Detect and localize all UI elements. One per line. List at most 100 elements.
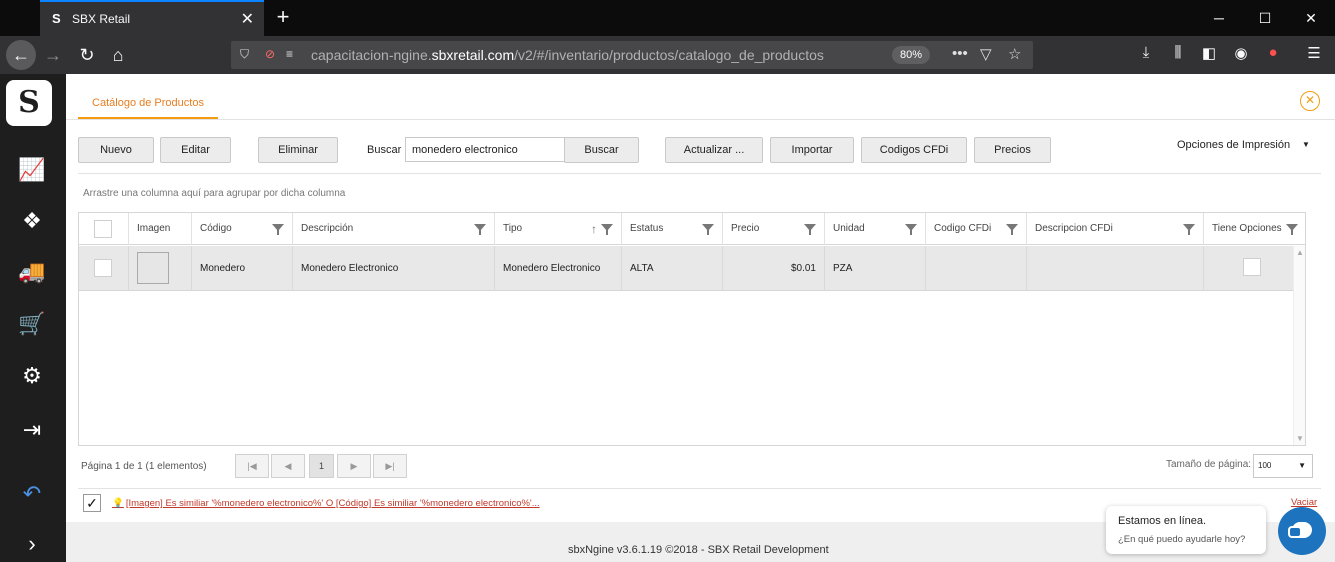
col-codigo[interactable]: Código — [192, 213, 293, 245]
search-label: Buscar : — [367, 144, 408, 156]
select-all-checkbox[interactable] — [94, 220, 112, 238]
cell-codigo: Monedero — [192, 246, 293, 291]
undo-icon[interactable]: ↶ — [12, 474, 52, 514]
new-tab-icon[interactable]: + — [270, 4, 296, 30]
vertical-scrollbar[interactable]: ▲ ▼ — [1293, 246, 1305, 445]
cell-estatus: ALTA — [622, 246, 723, 291]
eliminar-button[interactable]: Eliminar — [258, 137, 338, 163]
select-all-cell — [79, 213, 129, 245]
col-unidad[interactable]: Unidad — [825, 213, 926, 245]
col-estatus[interactable]: Estatus — [622, 213, 723, 245]
print-options-dropdown[interactable]: Opciones de Impresión — [1177, 139, 1290, 151]
page-size-select[interactable]: 100 ▼ — [1253, 454, 1313, 478]
row-image-cell — [129, 246, 192, 291]
chat-bubble[interactable]: Estamos en línea. ¿En qué puedo ayudarle… — [1106, 506, 1266, 554]
scroll-down-icon[interactable]: ▼ — [1296, 434, 1304, 443]
hamburger-menu-icon[interactable]: ☰ — [1304, 44, 1324, 62]
filter-icon[interactable] — [1286, 224, 1298, 235]
divider — [66, 119, 1335, 120]
insecure-lock-icon[interactable]: ⊘ — [265, 47, 275, 61]
analytics-chart-icon[interactable]: 📈 — [12, 150, 52, 190]
col-precio[interactable]: Precio — [723, 213, 825, 245]
row-checkbox[interactable] — [94, 259, 112, 277]
col-tiene-opciones[interactable]: Tiene Opciones — [1204, 213, 1305, 245]
url-bar[interactable]: ⛉ ⊘ ≡ capacitacion-ngine.sbxretail.com/v… — [231, 41, 1033, 69]
col-descripcion[interactable]: Descripción — [293, 213, 495, 245]
chat-launcher-button[interactable] — [1278, 507, 1326, 555]
precios-button[interactable]: Precios — [974, 137, 1051, 163]
filter-icon[interactable] — [804, 224, 816, 235]
caret-down-icon: ▼ — [1298, 461, 1306, 470]
footer-text: sbxNgine v3.6.1.19 ©2018 - SBX Retail De… — [568, 544, 829, 556]
prev-page-button[interactable]: ◀ — [271, 454, 305, 478]
bookmark-star-icon[interactable]: ☆ — [1008, 45, 1021, 63]
col-imagen[interactable]: Imagen — [129, 213, 192, 245]
shield-icon[interactable]: ⛉ — [240, 47, 249, 62]
next-page-button[interactable]: ▶ — [337, 454, 371, 478]
tab-catalogo-productos[interactable]: Catálogo de Productos — [78, 74, 218, 119]
col-descripcion-cfdi[interactable]: Descripcion CFDi — [1027, 213, 1204, 245]
filter-icon[interactable] — [702, 224, 714, 235]
grid-header: Imagen Código Descripción Tipo ↑ Estatus … — [79, 213, 1305, 245]
editar-button[interactable]: Editar — [160, 137, 231, 163]
cart-icon[interactable]: 🛒 — [12, 304, 52, 344]
codigos-cfdi-button[interactable]: Codigos CFDi — [861, 137, 967, 163]
page-1-button[interactable]: 1 — [309, 454, 334, 478]
filter-icon[interactable] — [1006, 224, 1018, 235]
forward-icon[interactable]: → — [38, 40, 68, 70]
caret-down-icon[interactable]: ▼ — [1302, 140, 1310, 149]
pocket-icon[interactable]: ▽ — [980, 45, 992, 63]
gear-icon[interactable]: ⚙ — [12, 356, 52, 396]
sort-asc-icon[interactable]: ↑ — [591, 213, 597, 245]
url-text[interactable]: capacitacion-ngine.sbxretail.com/v2/#/in… — [311, 47, 824, 63]
minimize-icon[interactable]: ─ — [1196, 6, 1242, 30]
buscar-button[interactable]: Buscar — [564, 137, 639, 163]
first-page-button[interactable]: |◀ — [235, 454, 269, 478]
sbx-logo[interactable]: S — [6, 80, 52, 126]
sbx-favicon-icon: S — [52, 11, 61, 26]
filter-icon[interactable] — [474, 224, 486, 235]
scroll-up-icon[interactable]: ▲ — [1296, 248, 1304, 257]
cell-descripcion-cfdi — [1027, 246, 1204, 291]
filter-icon[interactable] — [601, 224, 613, 235]
filter-icon[interactable] — [1183, 224, 1195, 235]
zoom-badge[interactable]: 80% — [892, 46, 930, 64]
expand-chevron-icon[interactable]: › — [12, 524, 52, 562]
close-tab-icon[interactable]: ✕ — [241, 9, 254, 29]
maximize-icon[interactable]: ☐ — [1242, 6, 1288, 30]
row-select-cell — [79, 246, 129, 291]
last-page-button[interactable]: ▶| — [373, 454, 407, 478]
table-row[interactable]: Monedero Monedero Electronico Monedero E… — [79, 246, 1304, 291]
filter-icon[interactable] — [905, 224, 917, 235]
truck-icon[interactable]: 🚚 — [12, 252, 52, 292]
back-icon[interactable]: ← — [6, 40, 36, 70]
library-icon[interactable]: ⫼ — [1168, 44, 1188, 61]
downloads-icon[interactable]: ⤓ — [1136, 44, 1156, 61]
reload-icon[interactable]: ↻ — [72, 40, 102, 70]
importar-button[interactable]: Importar — [770, 137, 854, 163]
tab-title: SBX Retail — [72, 12, 131, 26]
chat-title: Estamos en línea. — [1118, 515, 1207, 527]
window-close-icon[interactable]: ✕ — [1288, 6, 1334, 30]
browser-tab[interactable]: S SBX Retail ✕ — [40, 0, 264, 36]
more-actions-icon[interactable]: ••• — [952, 45, 968, 62]
dropbox-icon[interactable]: ❖ — [12, 201, 52, 241]
sidebar-toggle-icon[interactable]: ◧ — [1199, 44, 1219, 62]
filter-expression-link[interactable]: 💡 [Imagen] Es similiar '%monedero electro… — [112, 498, 540, 509]
search-input[interactable] — [405, 137, 565, 162]
account-icon[interactable]: ◉ — [1231, 44, 1251, 62]
home-icon[interactable]: ⌂ — [103, 40, 133, 70]
browser-tabbar: S SBX Retail ✕ + ─ ☐ ✕ — [0, 0, 1335, 36]
actualizar-button[interactable]: Actualizar ... — [665, 137, 763, 163]
cell-precio: $0.01 — [723, 246, 825, 291]
close-panel-icon[interactable]: ✕ — [1300, 91, 1320, 111]
nuevo-button[interactable]: Nuevo — [78, 137, 154, 163]
filter-enabled-checkbox[interactable]: ✓ — [83, 494, 101, 512]
addon-icon[interactable]: ● — [1263, 44, 1283, 61]
filter-icon[interactable] — [272, 224, 284, 235]
permissions-icon[interactable]: ≡ — [286, 47, 293, 61]
logout-icon[interactable]: ⇥ — [12, 410, 52, 450]
col-codigo-cfdi[interactable]: Codigo CFDi — [926, 213, 1027, 245]
col-tipo[interactable]: Tipo ↑ — [495, 213, 622, 245]
tiene-opciones-checkbox[interactable] — [1243, 258, 1261, 276]
